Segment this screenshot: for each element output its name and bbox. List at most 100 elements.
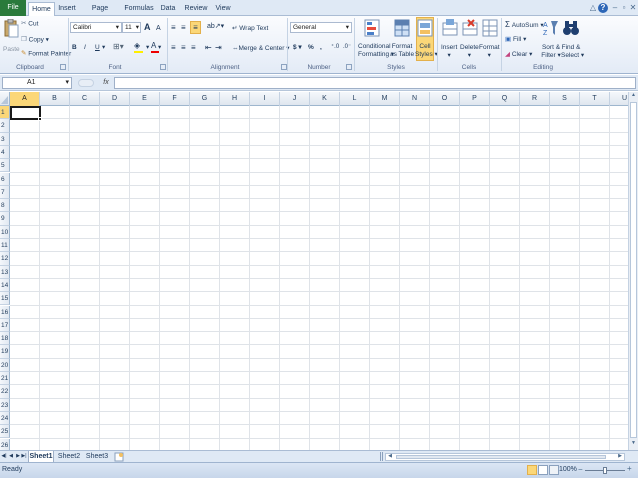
minimize-ribbon-icon[interactable]: △: [588, 3, 598, 13]
fill-handle[interactable]: [38, 117, 42, 121]
insert-function-button[interactable]: fx: [100, 77, 112, 89]
chevron-down-icon[interactable]: ▾: [146, 44, 149, 52]
horizontal-scroll-thumb[interactable]: [396, 455, 606, 459]
row-header[interactable]: 10: [0, 225, 10, 239]
row-header[interactable]: 21: [0, 372, 10, 386]
scroll-left-icon[interactable]: ◀: [386, 453, 394, 461]
column-header[interactable]: L: [340, 92, 370, 106]
shrink-font-button[interactable]: A: [156, 25, 161, 33]
column-header[interactable]: P: [460, 92, 490, 106]
row-header[interactable]: 26: [0, 438, 10, 450]
page-layout-view-icon[interactable]: [538, 465, 548, 475]
column-header[interactable]: A: [10, 92, 40, 106]
scroll-down-icon[interactable]: ▼: [630, 440, 637, 448]
row-header[interactable]: 22: [0, 385, 10, 399]
increase-indent-icon[interactable]: ⇥: [215, 44, 222, 52]
worksheet-grid[interactable]: ABCDEFGHIJKLMNOPQRSTU 1 2 3 4 5 6 7 8 9 10 11 12 13 1…: [0, 92, 628, 450]
row-header[interactable]: 1: [0, 106, 10, 120]
row-header[interactable]: 15: [0, 292, 10, 306]
align-middle-icon[interactable]: ≡: [181, 24, 186, 32]
format-painter-button[interactable]: ✎ Format Painter: [21, 50, 71, 59]
row-header[interactable]: 6: [0, 172, 10, 186]
column-header[interactable]: N: [400, 92, 430, 106]
tab-split-handle[interactable]: [380, 452, 383, 461]
normal-view-icon[interactable]: [527, 465, 537, 475]
decrease-decimal-icon[interactable]: .0⁻: [343, 43, 351, 51]
column-header[interactable]: G: [190, 92, 220, 106]
comma-button[interactable]: ,: [320, 44, 322, 52]
row-header[interactable]: 11: [0, 239, 10, 253]
font-name-select[interactable]: Calibri ▾: [70, 22, 122, 33]
paste-button[interactable]: Paste: [3, 46, 20, 54]
column-header[interactable]: Q: [490, 92, 520, 106]
increase-decimal-icon[interactable]: ⁺.0: [331, 43, 339, 51]
row-header[interactable]: 19: [0, 345, 10, 359]
row-header[interactable]: 5: [0, 159, 10, 173]
fill-color-button[interactable]: ◈: [134, 42, 143, 53]
column-header[interactable]: M: [370, 92, 400, 106]
chevron-down-icon[interactable]: ▾: [102, 44, 105, 52]
wrap-text-button[interactable]: ↵ Wrap Text: [232, 25, 268, 33]
tab-review[interactable]: Review: [184, 2, 208, 16]
format-cells-button[interactable]: Format ▾: [479, 44, 500, 60]
column-header[interactable]: S: [550, 92, 580, 106]
close-window-icon[interactable]: ✕: [628, 3, 638, 13]
row-header[interactable]: 18: [0, 332, 10, 346]
vertical-scroll-thumb[interactable]: [630, 102, 637, 438]
merge-center-button[interactable]: ⇔Merge & Center ▾: [232, 45, 289, 53]
number-format-select[interactable]: General ▾: [290, 22, 352, 33]
chevron-down-icon[interactable]: ▾: [158, 44, 161, 52]
row-header[interactable]: 13: [0, 265, 10, 279]
currency-button[interactable]: $ ▾: [293, 44, 302, 52]
format-as-table-button[interactable]: Formatas Table ▾: [390, 43, 419, 59]
decrease-indent-icon[interactable]: ⇤: [205, 44, 212, 52]
column-header[interactable]: D: [100, 92, 130, 106]
tab-page-layout[interactable]: Page Layout: [82, 2, 118, 25]
percent-button[interactable]: %: [308, 44, 314, 52]
row-header[interactable]: 14: [0, 278, 10, 293]
help-icon[interactable]: ?: [598, 3, 608, 13]
underline-button[interactable]: U: [95, 44, 100, 52]
horizontal-scrollbar[interactable]: ◀ ▶: [385, 453, 625, 461]
zoom-out-icon[interactable]: −: [578, 466, 583, 474]
tab-home[interactable]: Home: [28, 2, 55, 17]
row-header[interactable]: 7: [0, 185, 10, 200]
column-header[interactable]: K: [310, 92, 340, 106]
align-top-icon[interactable]: ≡: [171, 24, 176, 32]
zoom-in-icon[interactable]: +: [627, 465, 632, 473]
tab-view[interactable]: View: [214, 2, 232, 16]
column-header[interactable]: T: [580, 92, 610, 106]
cell-styles-button[interactable]: Cell Styles ▾: [415, 43, 438, 59]
align-bottom-icon[interactable]: ≡: [190, 21, 201, 34]
font-launcher-icon[interactable]: [160, 64, 166, 70]
zoom-level[interactable]: 100%: [559, 466, 577, 473]
column-header[interactable]: H: [220, 92, 250, 106]
column-header[interactable]: E: [130, 92, 160, 106]
row-header[interactable]: 25: [0, 425, 10, 439]
tab-formulas[interactable]: Formulas: [124, 2, 154, 16]
column-header[interactable]: B: [40, 92, 70, 106]
name-box[interactable]: A1 ▾: [2, 77, 72, 89]
sort-filter-button[interactable]: Sort & Filter ▾: [541, 44, 561, 60]
formula-input[interactable]: [114, 77, 636, 89]
column-header[interactable]: F: [160, 92, 190, 106]
zoom-slider-thumb[interactable]: [603, 467, 607, 474]
scroll-up-icon[interactable]: ▲: [630, 92, 637, 100]
align-left-icon[interactable]: ≡: [171, 44, 176, 52]
italic-button[interactable]: I: [84, 44, 86, 52]
column-header[interactable]: I: [250, 92, 280, 106]
clipboard-launcher-icon[interactable]: [60, 64, 66, 70]
borders-icon[interactable]: ⊞▾: [113, 43, 124, 51]
page-break-view-icon[interactable]: [549, 465, 559, 475]
column-header[interactable]: R: [520, 92, 550, 106]
row-header[interactable]: 23: [0, 398, 10, 412]
tab-file[interactable]: File: [0, 0, 26, 16]
row-header[interactable]: 2: [0, 119, 10, 133]
column-header[interactable]: J: [280, 92, 310, 106]
vertical-scrollbar[interactable]: ▲ ▼: [628, 92, 638, 450]
row-header[interactable]: 16: [0, 305, 10, 319]
active-cell[interactable]: [10, 106, 42, 121]
column-header[interactable]: U: [610, 92, 628, 106]
find-select-button[interactable]: Find & Select ▾: [561, 44, 584, 60]
row-header[interactable]: 9: [0, 212, 10, 226]
